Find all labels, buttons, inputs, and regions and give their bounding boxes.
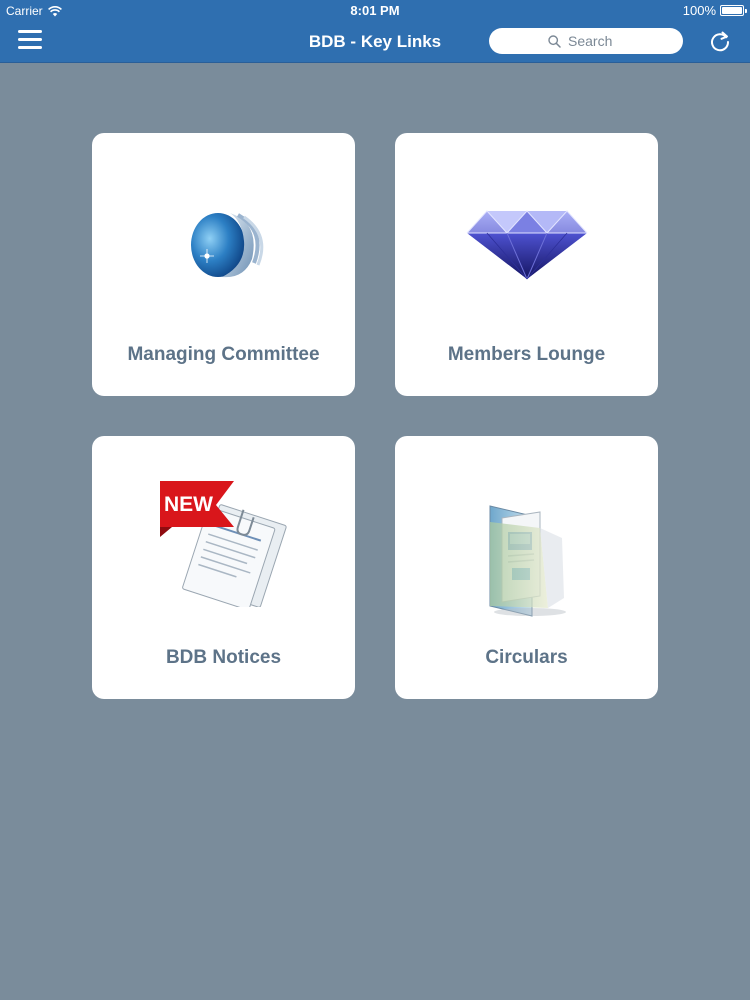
top-bar: Carrier 8:01 PM 100% BDB - Key Links (0, 0, 750, 63)
tile-members-lounge[interactable]: Members Lounge (395, 133, 658, 396)
tile-label: Members Lounge (447, 344, 606, 365)
refresh-icon[interactable] (708, 29, 732, 53)
status-bar: Carrier 8:01 PM 100% (0, 0, 750, 20)
tile-bdb-notices[interactable]: NEW BDB Notices (92, 436, 355, 699)
status-time: 8:01 PM (350, 3, 400, 18)
diamond-icon (466, 210, 587, 280)
globe-logo-icon (190, 213, 263, 278)
tile-label: BDB Notices (165, 647, 282, 668)
tile-image: NEW (92, 474, 355, 614)
tile-label: Managing Committee (127, 344, 320, 365)
search-bar[interactable] (489, 28, 683, 54)
tile-managing-committee[interactable]: Managing Committee (92, 133, 355, 396)
folder-icon (489, 505, 566, 617)
tile-image (395, 173, 658, 313)
new-badge-text: NEW (164, 493, 213, 516)
battery-info: 100% (682, 3, 747, 18)
battery-icon (720, 5, 747, 16)
tile-image (395, 488, 658, 628)
battery-percent: 100% (682, 3, 716, 18)
search-icon (548, 34, 561, 48)
tile-image (92, 173, 355, 313)
navigation-bar: BDB - Key Links (0, 20, 750, 63)
tile-label: Circulars (485, 647, 568, 668)
tile-circulars[interactable]: Circulars (395, 436, 658, 699)
new-notice-icon: NEW (159, 481, 287, 607)
search-input[interactable] (568, 33, 624, 49)
